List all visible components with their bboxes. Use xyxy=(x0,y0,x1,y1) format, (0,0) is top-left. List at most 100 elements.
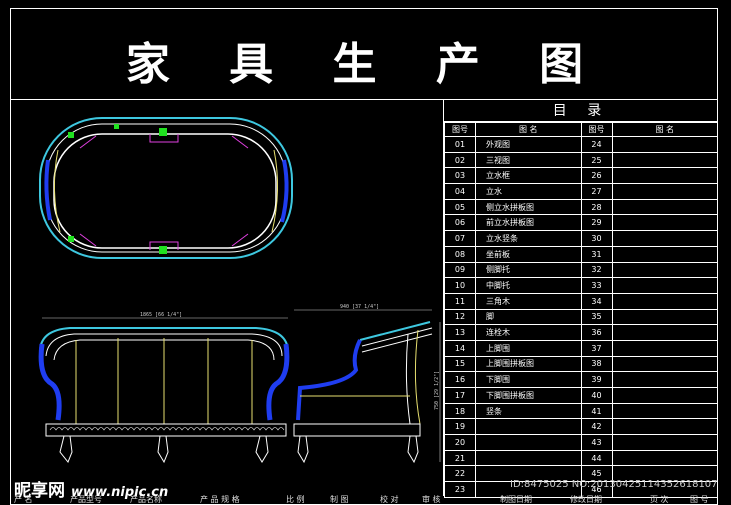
col-header: 图 名 xyxy=(611,122,718,137)
catalog-row: 21 44 xyxy=(444,449,718,467)
catalog-cell-no2: 27 xyxy=(580,183,613,200)
catalog-cell-name2 xyxy=(611,198,718,216)
catalog-row: 02 三视图 25 xyxy=(444,151,718,169)
footer-label: 审 核 xyxy=(422,495,441,504)
catalog-cell-name: 脚 xyxy=(475,308,582,326)
col-header: 图 名 xyxy=(475,122,582,137)
catalog-row: 03 立水框 26 xyxy=(444,167,718,185)
catalog-cell-name2 xyxy=(611,402,718,420)
side-back xyxy=(414,329,421,425)
catalog-cell-no: 13 xyxy=(444,324,476,341)
footer-label: 制图日期 xyxy=(500,495,532,504)
catalog-cell-no: 20 xyxy=(444,434,476,451)
catalog-cell-no2: 30 xyxy=(580,230,613,247)
catalog-cell-no2: 44 xyxy=(580,449,613,467)
catalog-row: 13 连栓木 36 xyxy=(444,324,718,341)
top-green-right xyxy=(114,124,119,129)
catalog-cell-no2: 28 xyxy=(580,198,613,216)
front-carving xyxy=(49,427,285,431)
catalog-row: 17 下脚围拼板图 40 xyxy=(444,387,718,404)
catalog-cell-no: 07 xyxy=(444,230,476,247)
catalog-row: 01 外观图 24 xyxy=(444,136,718,153)
catalog-cell-no2: 42 xyxy=(580,418,613,436)
front-leg-3 xyxy=(255,435,269,463)
top-view xyxy=(39,117,293,259)
catalog-cell-no: 18 xyxy=(444,402,476,420)
catalog-cell-no: 15 xyxy=(444,355,476,373)
catalog-cell-no: 06 xyxy=(444,214,476,232)
catalog-cell-no2: 41 xyxy=(580,402,613,420)
catalog-cell-name: 竖条 xyxy=(475,402,582,420)
top-outer xyxy=(39,117,293,259)
watermark-brand: 昵享网 www.nipic.cn xyxy=(14,476,168,501)
catalog-cell-name: 上脚围 xyxy=(475,339,582,357)
catalog-cell-no: 05 xyxy=(444,198,476,216)
catalog-cell-no: 17 xyxy=(444,387,476,404)
catalog-cell-no: 02 xyxy=(444,151,476,169)
catalog-cell-name: 上脚围拼板图 xyxy=(475,355,582,373)
catalog-row: 07 立水竖条 30 xyxy=(444,230,718,247)
catalog-cell-no2: 39 xyxy=(580,371,613,388)
catalog-cell-name xyxy=(475,449,582,467)
catalog-cell-no2: 33 xyxy=(580,277,613,294)
col-header: 图号 xyxy=(580,122,613,137)
catalog-cell-name2 xyxy=(611,339,718,357)
top-green-left xyxy=(68,132,74,138)
catalog-cell-name: 下脚围拼板图 xyxy=(475,387,582,404)
catalog-cell-no: 21 xyxy=(444,449,476,467)
catalog-cell-no2: 24 xyxy=(580,136,613,153)
catalog-cell-name2 xyxy=(611,449,718,467)
catalog-cell-name2 xyxy=(611,136,718,153)
watermark-id: ID:8475025 NO:20130425114352618107 xyxy=(510,479,718,490)
catalog-cell-name2 xyxy=(611,245,718,263)
catalog-row: 04 立水 27 xyxy=(444,183,718,200)
catalog-row: 08 坐前板 31 xyxy=(444,245,718,263)
front-leg-2 xyxy=(157,435,169,464)
footer-label: 页 次 xyxy=(650,495,669,504)
catalog-cell-no2: 34 xyxy=(580,292,613,310)
side-leg-2 xyxy=(407,435,419,464)
catalog-cell-name: 连栓木 xyxy=(475,324,582,341)
catalog-cell-name2 xyxy=(611,308,718,326)
catalog-cell-name: 前立水拼板图 xyxy=(475,214,582,232)
catalog-cell-name xyxy=(475,418,582,436)
front-dim-label: 1865 [66 1/4"] xyxy=(140,312,182,318)
catalog-cell-name2 xyxy=(611,387,718,404)
catalog-cell-name2 xyxy=(611,167,718,185)
side-dim-label: 940 [37 1/4"] xyxy=(340,304,379,310)
catalog-cell-no: 03 xyxy=(444,167,476,185)
catalog-row: 15 上脚围拼板图 38 xyxy=(444,355,718,373)
side-base xyxy=(293,423,421,437)
catalog-cell-no2: 38 xyxy=(580,355,613,373)
catalog-row: 20 43 xyxy=(444,434,718,451)
catalog-cell-name2 xyxy=(611,292,718,310)
catalog-row: 06 前立水拼板图 29 xyxy=(444,214,718,232)
side-leg-1 xyxy=(297,435,309,464)
catalog-row: 09 侧脚托 32 xyxy=(444,261,718,279)
top-green-top xyxy=(159,128,167,136)
catalog-cell-no2: 29 xyxy=(580,214,613,232)
col-header: 图号 xyxy=(444,122,476,137)
catalog-cell-name2 xyxy=(611,230,718,247)
side-arm xyxy=(296,339,362,421)
catalog-cell-no2: 32 xyxy=(580,261,613,279)
catalog-cell-name2 xyxy=(611,434,718,451)
catalog-cell-name xyxy=(475,434,582,451)
watermark-brand-text: 昵享网 xyxy=(14,481,65,501)
catalog-cell-no2: 37 xyxy=(580,339,613,357)
catalog-cell-no: 01 xyxy=(444,136,476,153)
catalog-cell-no: 12 xyxy=(444,308,476,326)
front-view: 1865 [66 1/4"] xyxy=(38,312,290,464)
watermark-url: www.nipic.cn xyxy=(71,485,169,500)
footer-label: 图 号 xyxy=(690,495,709,504)
catalog-cell-name: 外观图 xyxy=(475,136,582,153)
catalog-row: 18 竖条 41 xyxy=(444,402,718,420)
catalog-cell-no: 14 xyxy=(444,339,476,357)
catalog-cell-name2 xyxy=(611,324,718,341)
catalog-cell-name2 xyxy=(611,418,718,436)
footer-label: 校 对 xyxy=(380,495,399,504)
catalog-cell-no2: 25 xyxy=(580,151,613,169)
catalog-cell-no2: 43 xyxy=(580,434,613,451)
catalog-cell-no2: 40 xyxy=(580,387,613,404)
catalog-cell-name2 xyxy=(611,151,718,169)
